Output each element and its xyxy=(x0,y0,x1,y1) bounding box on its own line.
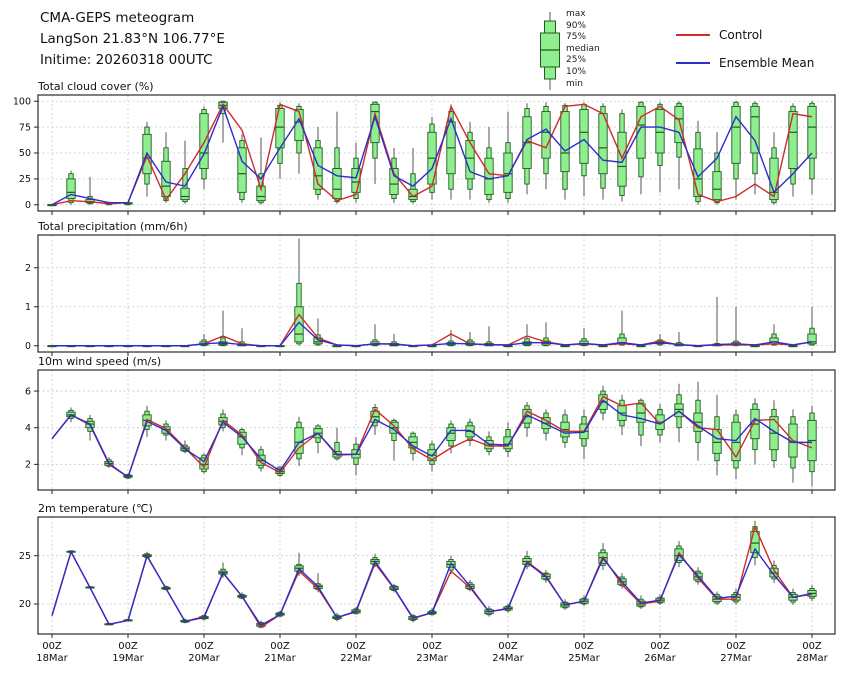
xtick-hour: 00Z xyxy=(802,641,822,652)
panel-temperature-2m: 20 25 2m temperature (℃) xyxy=(19,502,835,638)
ytick-label: 1 xyxy=(25,302,31,313)
meteogram-chart-svg: 0 25 50 75 100 Total cloud cover (%) 0 1 2 Total … xyxy=(0,0,841,680)
xtick-date: 26Mar xyxy=(644,653,676,664)
xtick-date: 28Mar xyxy=(796,653,828,664)
xtick-date: 19Mar xyxy=(112,653,144,664)
panel-total-precipitation: 0 1 2 Total precipitation (mm/6h) xyxy=(25,220,835,356)
xtick-hour: 00Z xyxy=(270,641,290,652)
xtick-date: 20Mar xyxy=(188,653,220,664)
xtick-hour: 00Z xyxy=(42,641,62,652)
xtick-hour: 00Z xyxy=(498,641,518,652)
x-axis-labels: 00Z18Mar00Z19Mar00Z20Mar00Z21Mar00Z22Mar… xyxy=(36,641,828,664)
xtick-date: 27Mar xyxy=(720,653,752,664)
xtick-hour: 00Z xyxy=(422,641,442,652)
ytick-label: 2 xyxy=(25,263,31,274)
panel-title-wind-speed-10m: 10m wind speed (m/s) xyxy=(38,355,161,368)
ytick-label: 50 xyxy=(19,148,31,159)
ytick-label: 25 xyxy=(19,551,31,562)
ytick-label: 0 xyxy=(25,341,31,352)
ytick-label: 100 xyxy=(13,96,31,107)
meteogram-page: CMA-GEPS meteogram LangSon 21.83°N 106.7… xyxy=(0,0,841,680)
panel-total-cloud-cover: 0 25 50 75 100 Total cloud cover (%) xyxy=(13,80,835,215)
xtick-hour: 00Z xyxy=(650,641,670,652)
xtick-date: 21Mar xyxy=(264,653,296,664)
xtick-date: 24Mar xyxy=(492,653,524,664)
ytick-label: 25 xyxy=(19,174,31,185)
panel-wind-speed-10m: 2 4 6 10m wind speed (m/s) xyxy=(25,355,835,494)
xtick-hour: 00Z xyxy=(726,641,746,652)
ytick-label: 4 xyxy=(25,423,31,434)
ytick-label: 20 xyxy=(19,599,31,610)
xtick-hour: 00Z xyxy=(346,641,366,652)
xtick-hour: 00Z xyxy=(118,641,138,652)
xtick-hour: 00Z xyxy=(574,641,594,652)
meteogram-panels: 0 25 50 75 100 Total cloud cover (%) 0 1 2 Total … xyxy=(0,0,841,680)
xtick-date: 22Mar xyxy=(340,653,372,664)
xtick-date: 25Mar xyxy=(568,653,600,664)
xtick-date: 18Mar xyxy=(36,653,68,664)
panel-title-total-precipitation: Total precipitation (mm/6h) xyxy=(37,220,188,233)
ytick-label: 75 xyxy=(19,122,31,133)
xtick-date: 23Mar xyxy=(416,653,448,664)
panel-title-total-cloud-cover: Total cloud cover (%) xyxy=(37,80,154,93)
ytick-label: 6 xyxy=(25,386,31,397)
ytick-label: 0 xyxy=(25,200,31,211)
xtick-hour: 00Z xyxy=(194,641,214,652)
panel-title-temperature-2m: 2m temperature (℃) xyxy=(38,502,153,515)
ytick-label: 2 xyxy=(25,460,31,471)
